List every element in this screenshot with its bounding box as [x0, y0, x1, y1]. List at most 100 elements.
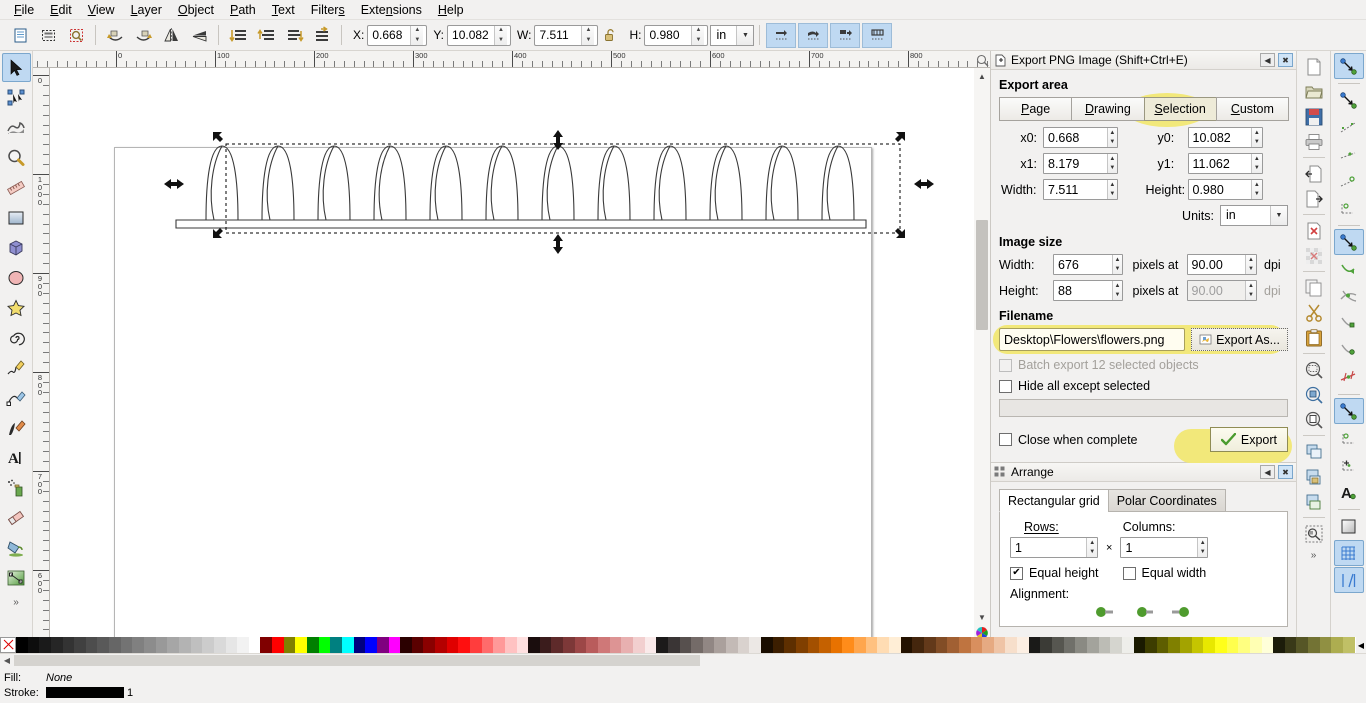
palette-swatch[interactable]: [50, 637, 63, 653]
y1-input[interactable]: ▲▼: [1187, 153, 1263, 174]
menu-layer[interactable]: Layer: [123, 1, 170, 19]
palette-swatch[interactable]: [761, 637, 773, 653]
snap-smooth-nodes-icon[interactable]: [1334, 337, 1364, 363]
palette-swatch[interactable]: [225, 637, 238, 653]
zoom-drawing-icon[interactable]: [1300, 382, 1328, 407]
palette-swatch[interactable]: [749, 637, 761, 653]
palette-swatch[interactable]: [714, 637, 727, 653]
save-document-icon[interactable]: [1300, 104, 1328, 129]
canvas-vertical-scrollbar[interactable]: ▲ ▼: [974, 54, 990, 639]
export-height-input-field[interactable]: [1188, 180, 1252, 199]
palette-swatch[interactable]: [167, 637, 179, 653]
move-pattern-button[interactable]: [830, 22, 861, 48]
palette-swatch[interactable]: [586, 637, 599, 653]
palette-swatch[interactable]: [1284, 637, 1297, 653]
palette-swatch[interactable]: [819, 637, 831, 653]
x0-input-field[interactable]: [1044, 128, 1107, 147]
h-input-field[interactable]: [645, 25, 692, 45]
export-area-selection-button[interactable]: Selection: [1143, 97, 1217, 121]
y1-stepper[interactable]: ▲ ▼: [1251, 154, 1262, 173]
palette-swatch[interactable]: [1319, 637, 1332, 653]
palette-swatch[interactable]: [947, 637, 959, 653]
palette-swatch[interactable]: [155, 637, 168, 653]
image-width-stepper[interactable]: ▲ ▼: [1111, 255, 1122, 274]
y0-stepper[interactable]: ▲ ▼: [1251, 128, 1262, 147]
palette-swatch[interactable]: [62, 637, 75, 653]
export-height-stepper[interactable]: ▲ ▼: [1251, 180, 1262, 199]
close-when-complete-checkbox[interactable]: [999, 433, 1012, 446]
palette-swatch[interactable]: [598, 637, 610, 653]
palette-swatch[interactable]: [1052, 637, 1064, 653]
snap-path-intersections-icon[interactable]: [1334, 283, 1364, 309]
snap-midpoints-line-segments-icon[interactable]: [1334, 364, 1364, 390]
palette-swatch[interactable]: [295, 637, 308, 653]
h-stepper[interactable]: ▲ ▼: [691, 25, 705, 45]
tab-polar-coordinates[interactable]: Polar Coordinates: [1107, 489, 1226, 512]
y-input-field[interactable]: [448, 25, 495, 45]
y-stepper[interactable]: ▲ ▼: [494, 25, 508, 45]
palette-swatch[interactable]: [912, 637, 924, 653]
x0-input[interactable]: ▲▼: [1043, 127, 1118, 148]
palette-swatch[interactable]: [1191, 637, 1204, 653]
palette-swatch[interactable]: [493, 637, 505, 653]
palette-swatch[interactable]: [202, 637, 214, 653]
palette-swatch[interactable]: [900, 637, 913, 653]
export-width-stepper[interactable]: ▲ ▼: [1106, 180, 1117, 199]
snap-guides-icon[interactable]: [1333, 567, 1364, 593]
palette-swatch[interactable]: [551, 637, 564, 653]
palette-swatch[interactable]: [702, 637, 715, 653]
snap-bbox-centers-icon[interactable]: [1334, 195, 1364, 221]
y1-input-field[interactable]: [1188, 154, 1252, 173]
stroke-color-swatch[interactable]: [46, 687, 124, 698]
bezier-tool[interactable]: [2, 383, 31, 412]
palette-swatch[interactable]: [272, 637, 284, 653]
palette-swatch[interactable]: [644, 637, 657, 653]
palette-swatch[interactable]: [120, 637, 133, 653]
menu-edit[interactable]: Edit: [42, 1, 80, 19]
open-document-icon[interactable]: [1300, 79, 1328, 104]
export-width-input-field[interactable]: [1044, 180, 1107, 199]
palette-swatch[interactable]: [854, 637, 866, 653]
columns-input[interactable]: ▲▼: [1120, 537, 1209, 558]
palette-swatch[interactable]: [737, 637, 750, 653]
menu-extensions[interactable]: Extensions: [353, 1, 430, 19]
paste-icon[interactable]: [1300, 325, 1328, 350]
tab-rectangular-grid[interactable]: Rectangular grid: [999, 489, 1109, 512]
w-input[interactable]: ▲▼: [534, 24, 599, 46]
y0-input[interactable]: ▲▼: [1187, 127, 1263, 148]
move-rounded-corners-button[interactable]: [862, 22, 893, 48]
palette-swatch[interactable]: [609, 637, 622, 653]
snap-bbox-corners-icon[interactable]: [1334, 141, 1364, 167]
x1-input[interactable]: ▲▼: [1043, 153, 1118, 174]
export-area-page-button[interactable]: Page: [999, 97, 1073, 121]
image-width-input-field[interactable]: [1054, 255, 1112, 274]
ungroup-icon[interactable]: [1300, 489, 1328, 514]
star-tool[interactable]: [2, 293, 31, 322]
snap-page-border-icon[interactable]: [1334, 513, 1364, 539]
rows-input[interactable]: ▲▼: [1010, 537, 1098, 558]
palette-swatch[interactable]: [621, 637, 633, 653]
palette-swatch[interactable]: [632, 637, 645, 653]
palette-swatch[interactable]: [1121, 637, 1134, 653]
palette-swatch[interactable]: [74, 637, 86, 653]
palette-swatch[interactable]: [667, 637, 680, 653]
palette-swatch[interactable]: [435, 637, 447, 653]
import-icon[interactable]: [1300, 161, 1328, 186]
palette-swatch[interactable]: [376, 637, 389, 653]
palette-swatch[interactable]: [1168, 637, 1181, 653]
export-icon[interactable]: [1300, 186, 1328, 211]
equal-width-checkbox[interactable]: [1122, 566, 1136, 580]
enable-snapping-icon[interactable]: [1333, 53, 1364, 79]
dpi-width-input[interactable]: ▲▼: [1186, 254, 1257, 275]
move-gradient-button[interactable]: [798, 22, 829, 48]
palette-swatch[interactable]: [1156, 637, 1169, 653]
palette-swatch[interactable]: [865, 637, 878, 653]
command-dock-overflow[interactable]: »: [1311, 550, 1317, 561]
snap-cusp-nodes-icon[interactable]: [1334, 310, 1364, 336]
snap-grids-icon[interactable]: [1333, 540, 1364, 566]
deselect-icon[interactable]: [63, 23, 89, 48]
palette-swatch[interactable]: [353, 637, 366, 653]
collapse-icon[interactable]: ◀: [1260, 465, 1275, 479]
close-icon[interactable]: ✖: [1278, 53, 1293, 67]
snap-bounding-boxes-icon[interactable]: [1334, 87, 1364, 113]
